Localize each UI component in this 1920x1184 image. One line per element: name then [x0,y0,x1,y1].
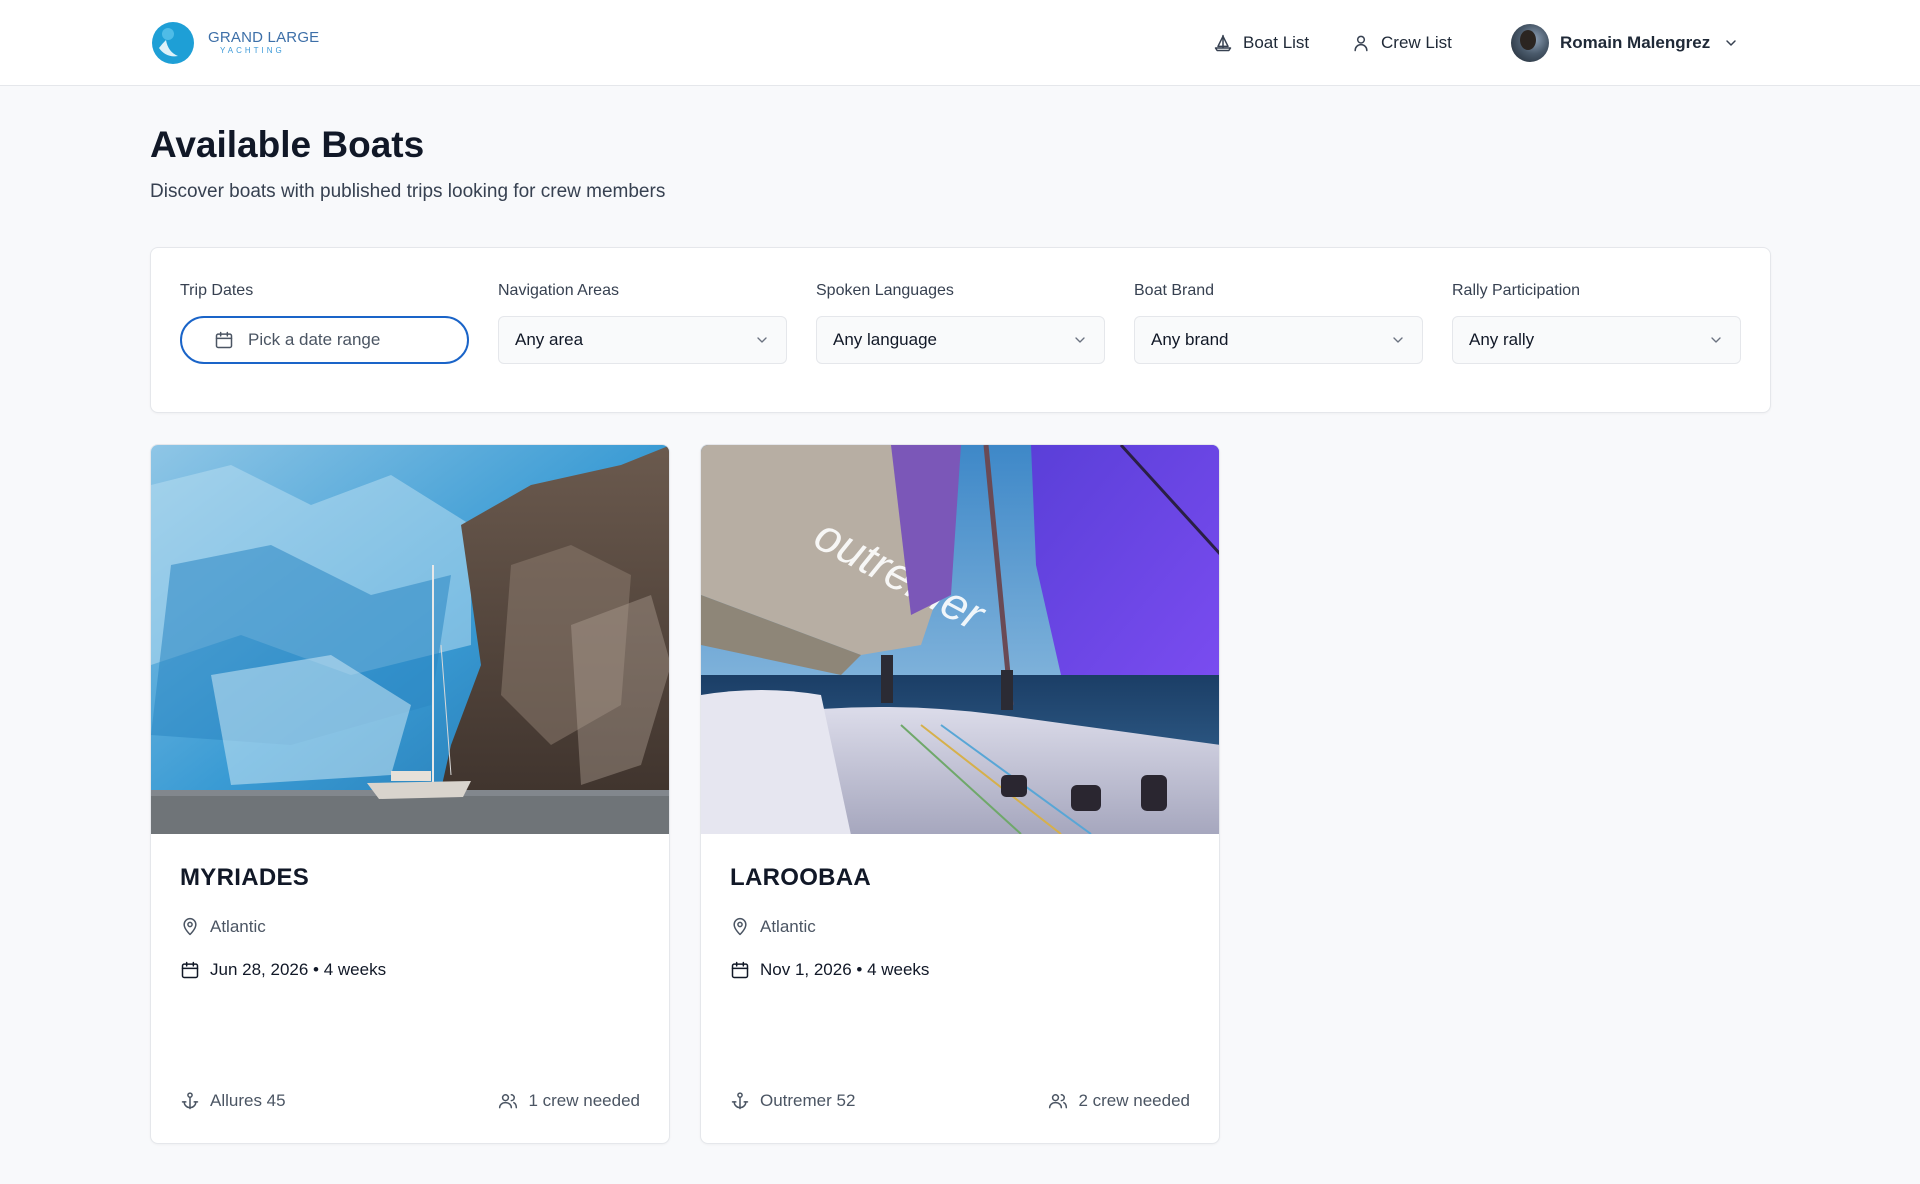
boat-trip-label: Nov 1, 2026 • 4 weeks [760,960,930,979]
filters-panel: Trip Dates Pick a date range Navigation … [150,247,1771,413]
boat-trip: Nov 1, 2026 • 4 weeks [730,960,929,980]
boat-name: MYRIADES [180,864,310,891]
filter-label: Navigation Areas [498,282,619,299]
boat-brand-select[interactable]: Any brand [1134,316,1423,364]
boat-trip: Jun 28, 2026 • 4 weeks [180,960,386,980]
filter-navigation-areas: Navigation Areas Any area [498,282,787,364]
brand-wordmark: GRAND LARGE YACHTING [208,30,319,55]
user-icon [1354,35,1368,52]
crew-needed-label: 2 crew needed [1078,1091,1190,1110]
chevron-down-icon [1711,337,1721,343]
crew-needed: 2 crew needed [1048,1091,1190,1111]
anchor-icon [181,1092,199,1110]
calendar-icon [215,331,233,349]
wave-logo-icon [152,22,194,64]
boat-trip-label: Jun 28, 2026 • 4 weeks [210,960,387,979]
brand-line-2: YACHTING [220,45,285,55]
filter-trip-dates: Trip Dates Pick a date range [180,282,469,364]
crew-needed-label: 1 crew needed [528,1091,640,1110]
boat-name: LAROOBAA [730,864,872,891]
rally-participation-select[interactable]: Any rally [1452,316,1741,364]
filter-label: Spoken Languages [816,282,954,299]
nav-crew-list-label: Crew List [1381,33,1452,52]
select-value: Any rally [1469,330,1535,349]
boat-card[interactable]: MYRIADES Atlantic Jun 28, 2026 • 4 weeks… [150,444,670,1144]
spoken-languages-select[interactable]: Any language [816,316,1105,364]
chevron-down-icon [1393,337,1403,343]
anchor-icon [731,1092,749,1110]
date-range-picker[interactable]: Pick a date range [180,316,469,364]
chevron-down-icon [1726,40,1736,46]
boat-card[interactable]: outremer LAROOBAA Atlantic Nov 1, 2026 •… [700,444,1220,1144]
boat-model-label: Allures 45 [210,1091,286,1110]
sailboat-icon [1214,34,1232,52]
nav-boat-list[interactable]: Boat List [1213,0,1309,86]
map-pin-icon [183,917,197,936]
boat-area: Atlantic [730,917,816,937]
filter-label: Boat Brand [1134,282,1215,299]
filter-boat-brand: Boat Brand Any brand [1134,282,1423,364]
chevron-down-icon [1075,337,1085,343]
boat-photo: outremer [701,445,1219,834]
chevron-down-icon [757,337,767,343]
brand-line-1: GRAND LARGE [208,28,320,46]
filter-spoken-languages: Spoken Languages Any language [816,282,1105,364]
boat-model: Allures 45 [180,1091,286,1111]
page-subtitle: Discover boats with published trips look… [150,181,666,202]
brand-logo[interactable]: GRAND LARGE YACHTING [150,18,319,66]
filter-label: Rally Participation [1452,282,1581,299]
crew-needed: 1 crew needed [498,1091,640,1111]
boat-area-label: Atlantic [760,917,816,936]
select-value: Any language [833,330,937,349]
select-value: Any area [515,330,584,349]
navigation-areas-select[interactable]: Any area [498,316,787,364]
users-icon [1049,1094,1068,1109]
user-name: Romain Malengrez [1560,33,1711,52]
filter-label: Trip Dates [180,282,254,299]
top-navbar: GRAND LARGE YACHTING Boat List Crew List… [0,0,1920,86]
users-icon [499,1094,518,1109]
filter-rally-participation: Rally Participation Any rally [1452,282,1741,364]
nav-crew-list[interactable]: Crew List [1351,0,1452,86]
calendar-icon [181,961,199,979]
date-range-placeholder: Pick a date range [248,330,381,349]
select-value: Any brand [1151,330,1229,349]
user-menu[interactable]: Romain Malengrez [1511,0,1739,86]
boat-area-label: Atlantic [210,917,266,936]
avatar [1511,24,1549,62]
nav-boat-list-label: Boat List [1243,33,1310,52]
boat-photo [151,445,669,834]
calendar-icon [731,961,749,979]
boat-model: Outremer 52 [730,1091,855,1111]
boat-model-label: Outremer 52 [760,1091,856,1110]
page-title: Available Boats [150,124,425,165]
boat-area: Atlantic [180,917,266,937]
map-pin-icon [733,917,747,936]
